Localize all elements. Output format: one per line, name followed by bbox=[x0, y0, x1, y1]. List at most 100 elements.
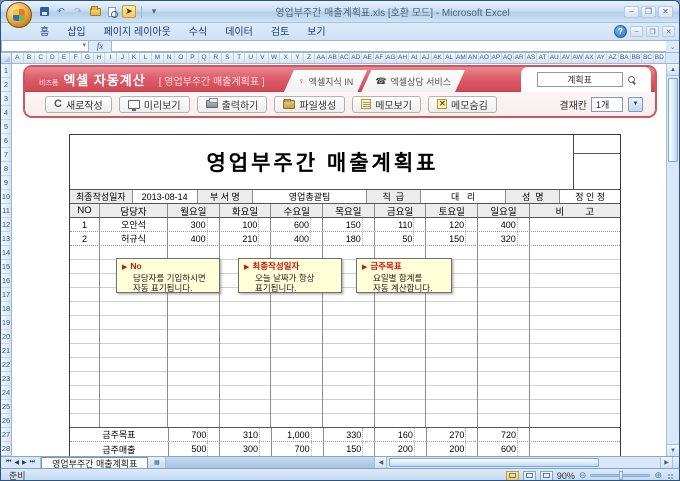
zoom-level[interactable]: 90% bbox=[557, 471, 575, 481]
column-header-L[interactable]: L bbox=[140, 53, 153, 63]
column-header-Q[interactable]: Q bbox=[199, 53, 211, 63]
row-header-28[interactable]: 28 bbox=[1, 442, 12, 456]
value-cell[interactable]: 210 bbox=[220, 232, 272, 245]
info-value[interactable]: 대 리 bbox=[421, 190, 507, 203]
value-cell[interactable]: 400 bbox=[271, 232, 324, 245]
no-cell[interactable]: 1 bbox=[70, 218, 100, 231]
row-header-21[interactable]: 21 bbox=[1, 344, 12, 358]
help-icon[interactable]: ? bbox=[614, 25, 627, 38]
column-header-AO[interactable]: AO bbox=[479, 53, 491, 63]
row-header-23[interactable]: 23 bbox=[1, 372, 12, 386]
row-header-7[interactable]: 7 bbox=[1, 148, 12, 162]
qat-dropdown-icon[interactable]: ▾ bbox=[147, 5, 161, 18]
approval-dropdown-icon[interactable]: ▼ bbox=[628, 96, 643, 112]
print-preview-icon[interactable] bbox=[105, 5, 119, 18]
row-header-26[interactable]: 26 bbox=[1, 414, 12, 428]
row-header-12[interactable]: 12 bbox=[1, 218, 12, 232]
row-header-5[interactable]: 5 bbox=[1, 120, 12, 134]
zoom-slider-thumb[interactable] bbox=[619, 471, 624, 480]
value-cell[interactable]: 270 bbox=[427, 428, 479, 441]
value-cell[interactable]: 310 bbox=[220, 428, 273, 441]
column-header-AV[interactable]: AV bbox=[561, 53, 573, 63]
column-header-AT[interactable]: AT bbox=[537, 53, 549, 63]
column-header-AU[interactable]: AU bbox=[549, 53, 561, 63]
column-header-AN[interactable]: AN bbox=[467, 53, 479, 63]
새로작성-button[interactable]: C 새로작성 bbox=[45, 95, 112, 113]
note-cell[interactable] bbox=[530, 218, 620, 231]
zoom-in-icon[interactable]: ⊕ bbox=[654, 470, 662, 480]
zoom-out-icon[interactable]: ⊖ bbox=[579, 470, 587, 480]
insert-sheet-icon[interactable]: ▦ bbox=[148, 457, 167, 468]
row-header-3[interactable]: 3 bbox=[1, 92, 12, 106]
close-button[interactable]: ✕ bbox=[658, 5, 673, 18]
sheet-tab-active[interactable]: 영업부주간 매출계획표 bbox=[41, 457, 149, 469]
column-header-X[interactable]: X bbox=[280, 53, 293, 63]
column-header-Y[interactable]: Y bbox=[292, 53, 304, 63]
horizontal-scrollbar[interactable]: ◀ ▶ bbox=[374, 457, 672, 468]
value-cell[interactable]: 100 bbox=[220, 218, 272, 231]
ribbon-tab-보기[interactable]: 보기 bbox=[298, 25, 334, 41]
note-cell[interactable] bbox=[530, 428, 620, 441]
row-header-16[interactable]: 16 bbox=[1, 274, 12, 288]
column-header-AL[interactable]: AL bbox=[444, 53, 456, 63]
empty-cell[interactable] bbox=[70, 246, 100, 427]
next-sheet-icon[interactable]: ▶ bbox=[22, 459, 27, 466]
value-cell[interactable]: 600 bbox=[271, 218, 324, 231]
column-header-N[interactable]: N bbox=[164, 53, 176, 63]
column-header-BA[interactable]: BA bbox=[619, 53, 631, 63]
last-sheet-icon[interactable]: ⏭ bbox=[30, 459, 35, 466]
row-header-27[interactable]: 27 bbox=[1, 428, 12, 442]
ribbon-tab-데이터[interactable]: 데이터 bbox=[216, 25, 262, 41]
ribbon-tab-페이지 레이아웃[interactable]: 페이지 레이아웃 bbox=[95, 25, 180, 41]
ribbon-tab-수식[interactable]: 수식 bbox=[180, 25, 216, 41]
workbook-restore-button[interactable]: ❐ bbox=[646, 26, 659, 37]
column-header-AQ[interactable]: AQ bbox=[502, 53, 514, 63]
first-sheet-icon[interactable]: ⏮ bbox=[6, 459, 11, 466]
row-header-24[interactable]: 24 bbox=[1, 386, 12, 400]
empty-cell[interactable] bbox=[478, 246, 530, 427]
undo-icon[interactable]: ↶ bbox=[54, 5, 68, 18]
empty-cell[interactable] bbox=[529, 246, 620, 427]
column-header-AZ[interactable]: AZ bbox=[607, 53, 619, 63]
column-header-K[interactable]: K bbox=[129, 53, 141, 63]
column-header-AD[interactable]: AD bbox=[350, 53, 363, 63]
value-cell[interactable]: 50 bbox=[375, 232, 427, 245]
column-header-AP[interactable]: AP bbox=[491, 53, 503, 63]
row-header-18[interactable]: 18 bbox=[1, 302, 12, 316]
save-icon[interactable] bbox=[37, 5, 51, 18]
column-header-AS[interactable]: AS bbox=[526, 53, 538, 63]
select-all-corner[interactable] bbox=[1, 53, 12, 63]
column-header-A[interactable]: A bbox=[12, 53, 24, 63]
column-header-AC[interactable]: AC bbox=[339, 53, 351, 63]
value-cell[interactable]: 180 bbox=[323, 232, 375, 245]
name-cell[interactable]: 허규식 bbox=[100, 232, 168, 245]
value-cell[interactable]: 300 bbox=[168, 218, 220, 231]
value-cell[interactable]: 700 bbox=[169, 428, 221, 441]
row-header-19[interactable]: 19 bbox=[1, 316, 12, 330]
value-cell[interactable]: 200 bbox=[375, 442, 427, 456]
name-box[interactable] bbox=[1, 41, 89, 52]
column-header-B[interactable]: B bbox=[24, 53, 36, 63]
scroll-right-icon[interactable]: ▶ bbox=[660, 457, 672, 468]
column-header-O[interactable]: O bbox=[175, 53, 188, 63]
value-cell[interactable]: 150 bbox=[324, 442, 376, 456]
office-orb-button[interactable] bbox=[6, 2, 32, 28]
search-input[interactable] bbox=[536, 72, 623, 87]
column-header-D[interactable]: D bbox=[47, 53, 59, 63]
addin-tab-엑셀지식 IN[interactable]: ♀ 엑셀지식 IN bbox=[284, 70, 367, 92]
row-header-4[interactable]: 4 bbox=[1, 106, 12, 120]
row-header-22[interactable]: 22 bbox=[1, 358, 12, 372]
column-header-P[interactable]: P bbox=[187, 53, 199, 63]
row-header-17[interactable]: 17 bbox=[1, 288, 12, 302]
page-break-view-icon[interactable] bbox=[539, 470, 553, 480]
column-header-AF[interactable]: AF bbox=[374, 53, 386, 63]
zoom-slider[interactable] bbox=[590, 471, 651, 480]
row-header-25[interactable]: 25 bbox=[1, 400, 12, 414]
value-cell[interactable]: 320 bbox=[478, 232, 530, 245]
row-header-9[interactable]: 9 bbox=[1, 176, 12, 190]
scroll-left-icon[interactable]: ◀ bbox=[375, 457, 388, 468]
column-header-C[interactable]: C bbox=[35, 53, 48, 63]
파일생성-button[interactable]: 파일생성 bbox=[274, 95, 346, 113]
value-cell[interactable]: 300 bbox=[220, 442, 273, 456]
vertical-scroll-thumb[interactable] bbox=[668, 78, 678, 162]
